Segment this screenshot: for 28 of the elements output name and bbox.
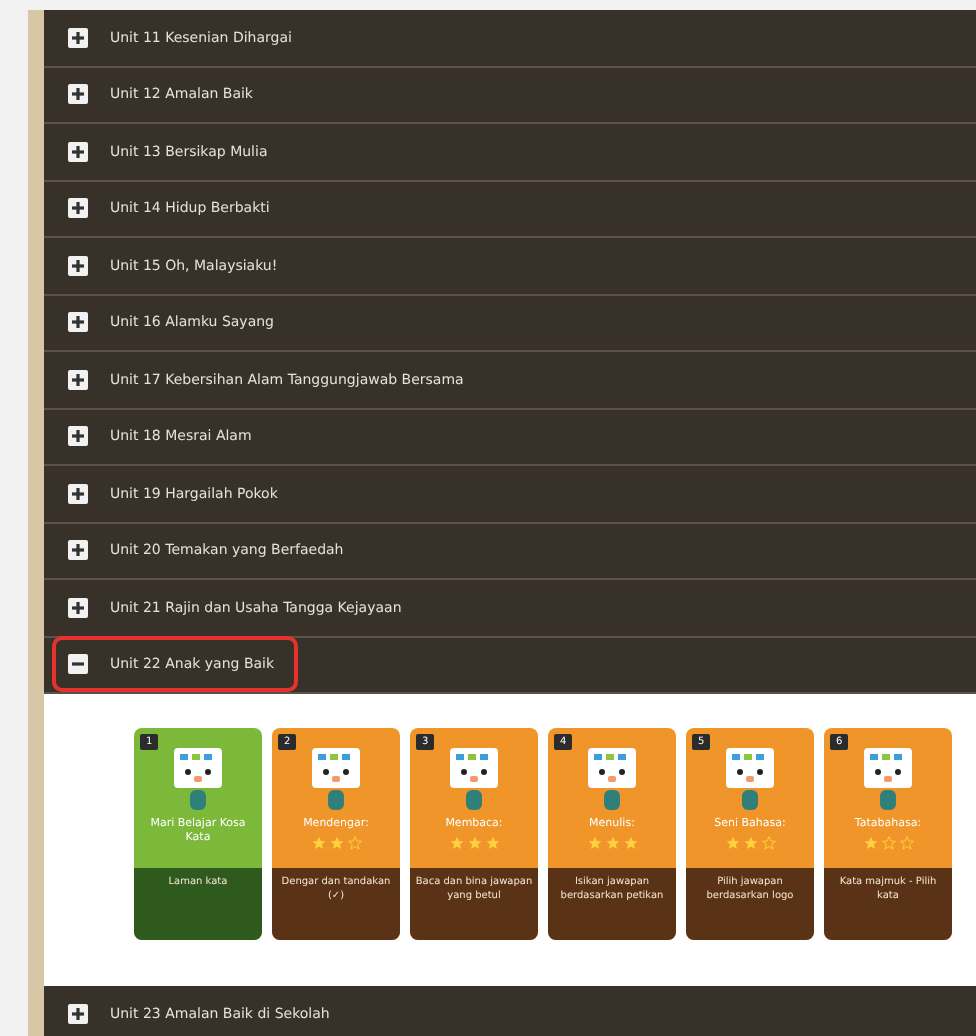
plus-icon[interactable] xyxy=(68,27,88,48)
star-icon xyxy=(743,835,757,850)
empty-star-icon xyxy=(347,835,361,850)
plus-icon[interactable] xyxy=(68,483,88,504)
plus-icon[interactable] xyxy=(68,141,88,162)
star-icon xyxy=(725,835,739,850)
empty-star-icon xyxy=(761,835,775,850)
star-icon xyxy=(467,835,481,850)
plus-icon[interactable] xyxy=(68,198,88,219)
plus-icon[interactable] xyxy=(68,84,88,105)
empty-star-icon xyxy=(881,835,895,850)
star-icon xyxy=(863,835,877,850)
minus-icon[interactable] xyxy=(68,654,88,675)
plus-icon[interactable] xyxy=(68,540,88,561)
star-icon xyxy=(311,835,325,850)
plus-icon[interactable] xyxy=(68,1003,88,1024)
star-icon xyxy=(329,835,343,850)
plus-icon[interactable] xyxy=(68,597,88,618)
plus-icon[interactable] xyxy=(68,255,88,276)
star-icon xyxy=(623,835,637,850)
plus-icon[interactable] xyxy=(68,312,88,333)
star-icon xyxy=(605,835,619,850)
star-icon xyxy=(587,835,601,850)
plus-icon[interactable] xyxy=(68,369,88,390)
star-icon xyxy=(449,835,463,850)
empty-star-icon xyxy=(899,835,913,850)
star-icon xyxy=(485,835,499,850)
plus-icon[interactable] xyxy=(68,426,88,447)
